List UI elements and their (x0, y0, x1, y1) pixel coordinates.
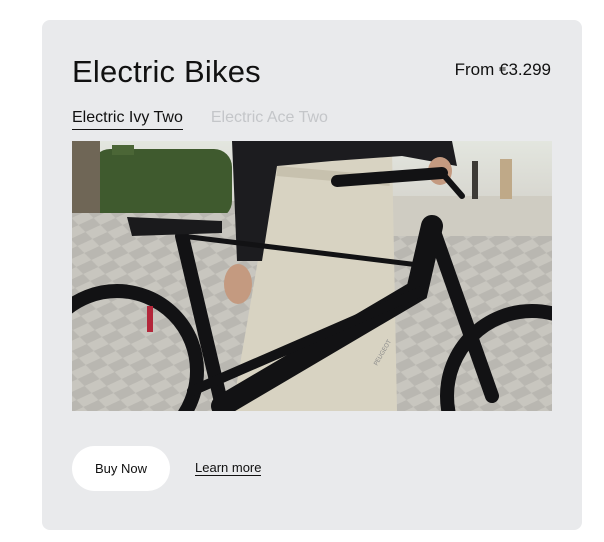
tab-electric-ace-two[interactable]: Electric Ace Two (211, 109, 328, 130)
card-title: Electric Bikes (72, 54, 261, 89)
model-tabs: Electric Ivy Two Electric Ace Two (72, 109, 328, 130)
price-label: From €3.299 (454, 60, 551, 79)
product-image: PEUGEOT (72, 141, 552, 411)
buy-now-button[interactable]: Buy Now (72, 446, 170, 491)
learn-more-link[interactable]: Learn more (195, 460, 262, 476)
product-card: Electric Bikes From €3.299 Electric Ivy … (42, 20, 582, 530)
tab-electric-ivy-two[interactable]: Electric Ivy Two (72, 109, 183, 130)
